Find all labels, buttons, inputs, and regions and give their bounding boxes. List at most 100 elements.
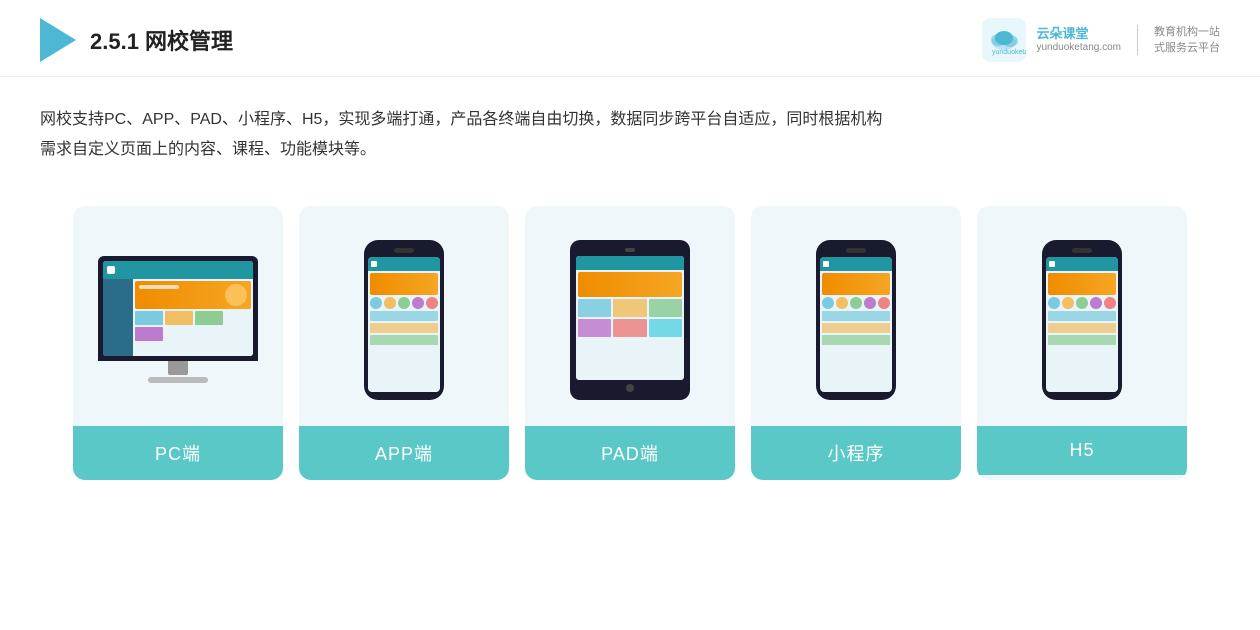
app-device-mock [364, 240, 444, 400]
phone-screen-h5 [1046, 257, 1118, 392]
phone-course-card [370, 323, 438, 333]
brand-slogan: 教育机构一站 式服务云平台 [1154, 24, 1220, 57]
phone-course-card [370, 311, 438, 321]
phone-notch-mini [846, 248, 866, 253]
page-title: 2.5.1 网校管理 [90, 24, 233, 56]
phone-banner-h5 [1048, 273, 1116, 295]
phone-icons-row-mini [822, 297, 890, 309]
pc-banner-text [139, 285, 179, 289]
tablet-screen [576, 256, 684, 380]
header-divider [1137, 25, 1138, 55]
phone-course-cards [370, 311, 438, 345]
phone-icon-h5 [1104, 297, 1116, 309]
tablet-nav [576, 256, 684, 270]
pc-nav-logo [107, 266, 115, 274]
phone-screen [368, 257, 440, 392]
logo-triangle-icon [40, 18, 76, 62]
phone-icon-h5 [1062, 297, 1074, 309]
pc-image-area [73, 206, 283, 426]
phone-icon [426, 297, 438, 309]
pc-card-mini [135, 327, 163, 341]
cloud-icon: yunduoketang [982, 18, 1026, 62]
description-line1: 网校支持PC、APP、PAD、小程序、H5，实现多端打通，产品各终端自由切换，数… [40, 105, 1220, 135]
phone-icon [412, 297, 424, 309]
device-card-h5: H5 [977, 206, 1187, 480]
phone-icon [398, 297, 410, 309]
tablet-banner [578, 272, 682, 297]
description-line2: 需求自定义页面上的内容、课程、功能模块等。 [40, 135, 1220, 165]
pc-base [148, 377, 208, 383]
pc-banner-img [225, 284, 247, 306]
tablet-card [578, 299, 611, 317]
brand-logo: yunduoketang [982, 18, 1026, 62]
device-card-pad: PAD端 [525, 206, 735, 480]
tablet-frame [570, 240, 690, 400]
device-card-app: APP端 [299, 206, 509, 480]
brand-text: 云朵课堂 yunduoketang.com [1036, 26, 1121, 55]
phone-course-cards-h5 [1048, 311, 1116, 345]
pc-screen-body [103, 279, 253, 356]
phone-course-card-mini [822, 335, 890, 345]
phone-icon-h5 [1090, 297, 1102, 309]
app-label: APP端 [299, 426, 509, 480]
phone-nav-logo-mini [823, 261, 829, 267]
phone-icon-mini [836, 297, 848, 309]
phone-course-card-mini [822, 311, 890, 321]
pc-main [133, 279, 253, 356]
pc-card-mini [195, 311, 223, 325]
pad-device-mock [570, 240, 690, 400]
h5-device-mock [1042, 240, 1122, 400]
phone-course-cards-mini [822, 311, 890, 345]
phone-notch [394, 248, 414, 253]
phone-course-card-h5 [1048, 311, 1116, 321]
phone-frame-miniapp [816, 240, 896, 400]
tablet-card [649, 299, 682, 317]
tablet-btn-top [625, 248, 635, 252]
tablet-card [649, 319, 682, 337]
phone-nav-logo [371, 261, 377, 267]
tablet-cards-grid [578, 299, 682, 337]
pad-image-area [525, 206, 735, 426]
description-block: 网校支持PC、APP、PAD、小程序、H5，实现多端打通，产品各终端自由切换，数… [0, 77, 1260, 176]
phone-icons-row [370, 297, 438, 309]
pc-card-mini [135, 311, 163, 325]
brand-name: 云朵课堂 [1036, 26, 1088, 42]
phone-nav [368, 257, 440, 271]
miniapp-image-area [751, 206, 961, 426]
pc-sidebar [103, 279, 133, 356]
tablet-card [578, 319, 611, 337]
miniapp-label: 小程序 [751, 426, 961, 480]
phone-icon-h5 [1076, 297, 1088, 309]
phone-frame-h5 [1042, 240, 1122, 400]
phone-course-card-h5 [1048, 323, 1116, 333]
svg-text:yunduoketang: yunduoketang [992, 49, 1026, 56]
h5-label: H5 [977, 426, 1187, 475]
pc-nav [103, 261, 253, 279]
phone-icon [370, 297, 382, 309]
tablet-card [613, 299, 646, 317]
phone-banner [370, 273, 438, 295]
phone-icon-h5 [1048, 297, 1060, 309]
cards-section: PC端 [0, 176, 1260, 500]
phone-nav-mini [820, 257, 892, 271]
phone-icon-mini [822, 297, 834, 309]
phone-icon-mini [878, 297, 890, 309]
phone-icons-row-h5 [1048, 297, 1116, 309]
phone-course-card-h5 [1048, 335, 1116, 345]
miniapp-device-mock [816, 240, 896, 400]
app-image-area [299, 206, 509, 426]
tablet-card [613, 319, 646, 337]
tablet-btn-bottom [626, 384, 634, 392]
phone-body-mini [820, 271, 892, 347]
phone-nav-logo-h5 [1049, 261, 1055, 267]
tablet-body [576, 270, 684, 339]
pc-banner [135, 281, 251, 309]
phone-nav-h5 [1046, 257, 1118, 271]
pad-label: PAD端 [525, 426, 735, 480]
device-card-pc: PC端 [73, 206, 283, 480]
device-card-miniapp: 小程序 [751, 206, 961, 480]
pc-screen-inner [103, 261, 253, 356]
phone-body-h5 [1046, 271, 1118, 347]
h5-image-area [977, 206, 1187, 426]
phone-icon-mini [850, 297, 862, 309]
